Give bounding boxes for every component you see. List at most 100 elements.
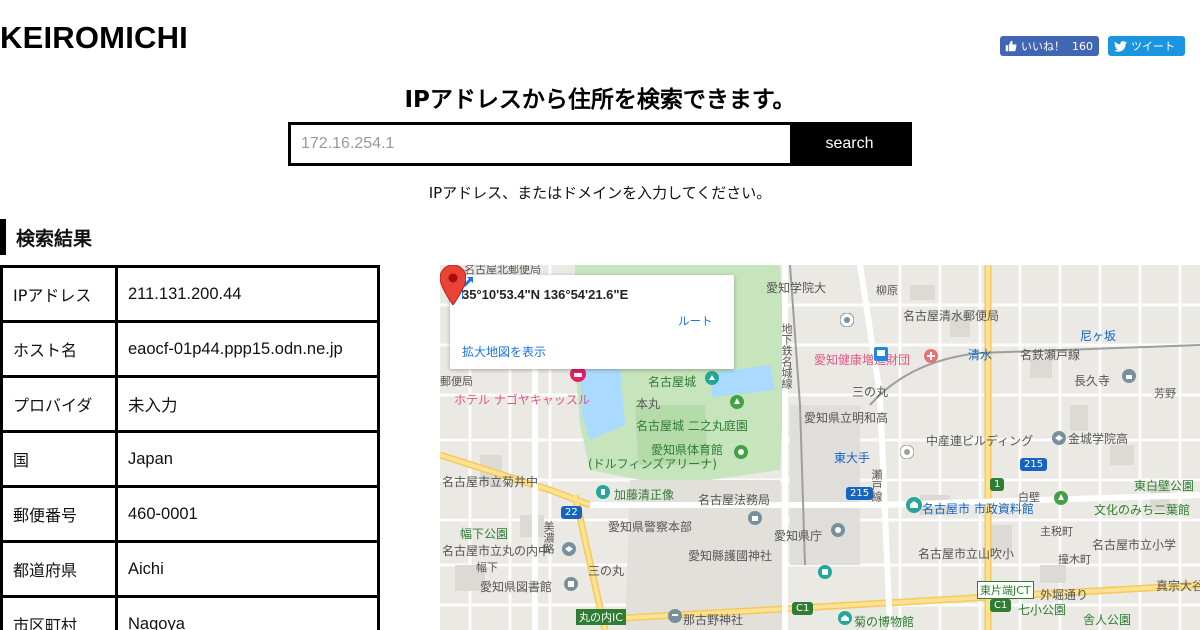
map-coordinates: 35°10'53.4"N 136°54'21.6"E bbox=[462, 287, 629, 302]
map-label: 愛知県図書館 bbox=[480, 580, 553, 594]
shrine-icon bbox=[668, 609, 682, 623]
map-label: 三の丸 bbox=[588, 564, 625, 578]
bus-icon bbox=[874, 347, 888, 361]
map-label: 文化のみち二葉館 bbox=[1094, 503, 1191, 517]
route-shield-215-b: 215 bbox=[1020, 458, 1048, 471]
map-label: 愛知学院大 bbox=[766, 281, 827, 295]
map-label: 名古屋市立小学 bbox=[1092, 538, 1177, 552]
map-label: 清水 bbox=[968, 348, 993, 362]
stadium-icon bbox=[734, 445, 748, 459]
map-label: 金城学院高 bbox=[1068, 432, 1129, 446]
ip-search-input[interactable] bbox=[291, 125, 790, 163]
map-label: 名古屋法務局 bbox=[698, 493, 771, 507]
table-row: 都道府県 Aichi bbox=[0, 540, 380, 598]
table-row: 郵便番号 460-0001 bbox=[0, 485, 380, 543]
hospital-icon bbox=[924, 349, 938, 363]
map-label: (ドルフィンズアリーナ) bbox=[588, 457, 717, 471]
row-key: 郵便番号 bbox=[0, 485, 118, 543]
map-label: 愛知健康増進財団 bbox=[814, 353, 911, 367]
map-label: 名鉄瀬戸線 bbox=[1020, 348, 1081, 362]
table-row: プロバイダ 未入力 bbox=[0, 375, 380, 433]
facebook-like-button[interactable]: いいね！ 160 bbox=[1000, 36, 1099, 56]
map-label: 名古屋城 bbox=[648, 375, 697, 389]
google-map[interactable]: 215 215 22 1 C1 C1 名古屋城 本丸 名古屋城 二之丸庭園 愛知… bbox=[440, 265, 1200, 630]
row-key: プロバイダ bbox=[0, 375, 118, 433]
route-shield-1: 1 bbox=[990, 478, 1005, 491]
search-form: search bbox=[288, 122, 912, 166]
location-pin-icon[interactable] bbox=[440, 265, 466, 305]
route-link[interactable]: ルート bbox=[678, 313, 713, 329]
like-count: 160 bbox=[1072, 39, 1093, 53]
view-larger-map-link[interactable]: 拡大地図を表示 bbox=[462, 343, 546, 360]
table-row: 市区町村 Nagoya bbox=[0, 595, 380, 630]
government-icon bbox=[748, 511, 762, 525]
park-icon bbox=[1054, 491, 1068, 505]
tweet-label: ツイート bbox=[1131, 40, 1175, 53]
post-office-icon bbox=[840, 313, 854, 327]
map-label: 東片端JCT bbox=[977, 581, 1034, 599]
row-value: 211.131.200.44 bbox=[115, 265, 380, 323]
results-table: IPアドレス 211.131.200.44 ホスト名 eaocf-01p44.ppp… bbox=[0, 265, 380, 630]
map-label: 中産連ビルディング bbox=[926, 434, 1034, 448]
map-label: 東大手 bbox=[834, 451, 871, 465]
map-label: 菊の博物館 bbox=[854, 615, 915, 629]
row-value: Nagoya bbox=[115, 595, 380, 630]
route-shield-c1: C1 bbox=[792, 602, 814, 615]
map-info-card: 35°10'53.4"N 136°54'21.6"E ルート 拡大地図を表示 bbox=[450, 275, 734, 369]
map-label: 本丸 bbox=[636, 397, 661, 411]
statue-icon bbox=[596, 485, 610, 499]
route-shield-22: 22 bbox=[561, 506, 582, 519]
map-label: 七小公園 bbox=[1018, 603, 1067, 617]
map-label: 名古屋市立山吹小 bbox=[918, 547, 1015, 561]
row-value: Japan bbox=[115, 430, 380, 488]
map-label: 愛知縣護國神社 bbox=[688, 549, 773, 563]
park-icon bbox=[730, 395, 744, 409]
row-key: IPアドレス bbox=[0, 265, 118, 323]
search-button[interactable]: search bbox=[790, 125, 909, 163]
school-icon bbox=[1052, 431, 1066, 445]
map-label: 幅下公園 bbox=[460, 527, 509, 541]
row-value: 460-0001 bbox=[115, 485, 380, 543]
twitter-bird-icon bbox=[1114, 40, 1127, 52]
map-label: 舎人公園 bbox=[1083, 613, 1132, 627]
library-icon bbox=[564, 577, 578, 591]
map-label: 柳原 bbox=[876, 284, 898, 297]
map-label: 長久寺 bbox=[1074, 374, 1111, 388]
map-label: 白壁 bbox=[1018, 491, 1040, 504]
map-label: 愛知県警察本部 bbox=[608, 520, 693, 534]
map-label: 幅下 bbox=[476, 561, 498, 574]
map-label: 三の丸 bbox=[852, 385, 889, 399]
thumbs-up-icon bbox=[1005, 40, 1017, 52]
tweet-button[interactable]: ツイート bbox=[1108, 36, 1185, 56]
map-label: 名古屋市立丸の内中 bbox=[442, 544, 551, 558]
row-key: 国 bbox=[0, 430, 118, 488]
like-label: いいね！ bbox=[1021, 40, 1065, 53]
temple-icon bbox=[1122, 369, 1136, 383]
map-label: 真宗大谷 bbox=[1156, 579, 1200, 593]
museum-icon bbox=[838, 611, 852, 625]
map-label: ホテル ナゴヤキャッスル bbox=[454, 393, 590, 407]
map-label: 東白壁公園 bbox=[1134, 479, 1195, 493]
map-label: 名古屋城 二之丸庭園 bbox=[636, 419, 748, 433]
page-heading: IPアドレスから住所を検索できます。 bbox=[404, 87, 796, 113]
map-label: 那古野神社 bbox=[683, 613, 744, 627]
site-logo[interactable]: KEIROMICHI bbox=[0, 20, 188, 56]
subway-icon bbox=[818, 565, 832, 579]
map-label: 撞木町 bbox=[1058, 553, 1091, 566]
row-value: Aichi bbox=[115, 540, 380, 598]
table-row: 国 Japan bbox=[0, 430, 380, 488]
results-section-title: 検索結果 bbox=[0, 219, 92, 255]
map-label: 芳野 bbox=[1154, 387, 1176, 400]
map-label: 名古屋清水郵便局 bbox=[903, 309, 1000, 323]
map-label: 主税町 bbox=[1040, 525, 1073, 538]
museum-icon bbox=[906, 497, 922, 513]
row-key: ホスト名 bbox=[0, 320, 118, 378]
map-label: 地下鉄名城線 bbox=[780, 323, 793, 389]
place-icon bbox=[900, 445, 914, 459]
route-shield-c1-b: C1 bbox=[990, 599, 1012, 612]
table-row: ホスト名 eaocf-01p44.ppp15.odn.ne.jp bbox=[0, 320, 380, 378]
map-label: 丸の内IC bbox=[576, 609, 626, 625]
row-value: 未入力 bbox=[115, 375, 380, 433]
map-label: 瀬戸線 bbox=[870, 469, 883, 502]
landmark-icon bbox=[705, 371, 719, 385]
